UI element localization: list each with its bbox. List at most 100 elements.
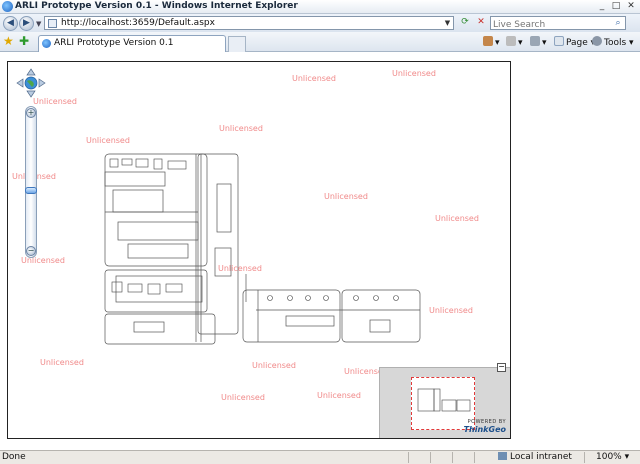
- page-icon: [48, 19, 57, 28]
- watermark-text: Unlicensed: [219, 124, 263, 133]
- zoom-slider-thumb[interactable]: [25, 187, 37, 194]
- ie-icon: [2, 1, 13, 12]
- pan-control[interactable]: [16, 68, 46, 98]
- building-outline: [104, 153, 208, 267]
- tools-menu[interactable]: Tools ▾: [592, 36, 634, 49]
- address-bar[interactable]: http://localhost:3659/Default.aspx ▼: [44, 16, 454, 30]
- equipment-block: [165, 283, 183, 293]
- zoom-slider[interactable]: + −: [25, 106, 37, 258]
- watermark-text: Unlicensed: [392, 69, 436, 78]
- watermark-text: Unlicensed: [252, 361, 296, 370]
- pan-down-icon[interactable]: [26, 90, 36, 98]
- status-separator: [408, 452, 409, 463]
- equipment-block: [285, 315, 335, 327]
- tools-menu-label: Tools: [604, 38, 627, 48]
- map-viewport[interactable]: Unlicensed Unlicensed Unlicensed Unlicen…: [7, 61, 511, 439]
- equipment-block: [305, 295, 311, 301]
- favorites-star-icon[interactable]: ★: [3, 35, 14, 47]
- address-dropdown-icon[interactable]: ▼: [443, 18, 452, 28]
- title-bar: ARLI Prototype Version 0.1 - Windows Int…: [0, 0, 640, 14]
- add-favorites-icon[interactable]: ✚: [19, 35, 29, 47]
- equipment-block: [267, 295, 273, 301]
- close-window-button[interactable]: ✕: [626, 1, 636, 12]
- tab-arli[interactable]: ARLI Prototype Version 0.1: [38, 35, 226, 52]
- back-button[interactable]: ◀: [3, 16, 18, 31]
- building-outline: [197, 153, 239, 335]
- building-outline: [456, 399, 471, 412]
- status-separator: [430, 452, 431, 463]
- home-button[interactable]: ▾: [483, 36, 500, 49]
- equipment-block: [373, 295, 379, 301]
- equipment-block: [112, 189, 164, 213]
- status-bar: Done Local intranet 100% ▾: [0, 450, 640, 464]
- building-outline: [104, 313, 216, 345]
- page-menu-icon: [554, 36, 564, 46]
- overview-map[interactable]: POWERED BY ThinkGeo: [379, 367, 510, 438]
- building-outline: [433, 388, 441, 412]
- thinkgeo-logo: ThinkGeo: [463, 425, 506, 434]
- watermark-text: Unlicensed: [435, 214, 479, 223]
- equipment-block: [111, 281, 123, 293]
- watermark-text: Unlicensed: [429, 306, 473, 315]
- page-menu[interactable]: Page ▾: [554, 36, 595, 49]
- equipment-block: [323, 295, 329, 301]
- address-toolbar: ◀ ▶ ▼ http://localhost:3659/Default.aspx…: [0, 14, 640, 32]
- maximize-button[interactable]: □: [611, 1, 621, 12]
- status-separator: [584, 452, 585, 463]
- watermark-text: Unlicensed: [221, 393, 265, 402]
- equipment-block: [393, 295, 399, 301]
- equipment-block: [353, 295, 359, 301]
- watermark-text: Unlicensed: [86, 136, 130, 145]
- zoom-in-button[interactable]: +: [26, 108, 36, 118]
- zoom-level[interactable]: 100% ▾: [596, 452, 629, 462]
- pan-up-icon[interactable]: [26, 68, 36, 76]
- equipment-block: [147, 283, 161, 295]
- search-input[interactable]: [491, 19, 609, 31]
- equipment-block: [287, 295, 293, 301]
- status-separator: [474, 452, 475, 463]
- page-content: Unlicensed Unlicensed Unlicensed Unlicen…: [0, 52, 640, 450]
- status-text: Done: [2, 452, 26, 462]
- watermark-text: Unlicensed: [317, 391, 361, 400]
- forward-button[interactable]: ▶: [19, 16, 34, 31]
- watermark-text: Unlicensed: [40, 358, 84, 367]
- equipment-block: [135, 158, 149, 168]
- watermark-text: Unlicensed: [218, 264, 262, 273]
- new-tab-button[interactable]: [228, 36, 246, 52]
- overview-toggle-button[interactable]: −: [497, 363, 506, 372]
- building-outline: [441, 399, 457, 412]
- zoom-out-button[interactable]: −: [26, 246, 36, 256]
- intranet-icon: [498, 452, 507, 460]
- print-button[interactable]: ▾: [530, 36, 547, 49]
- window-title: ARLI Prototype Version 0.1 - Windows Int…: [15, 1, 298, 11]
- printer-icon: [530, 36, 540, 46]
- equipment-block: [167, 160, 187, 170]
- status-separator: [452, 452, 453, 463]
- equipment-block: [153, 158, 163, 170]
- tab-bar: ★ ✚ ARLI Prototype Version 0.1 ▾ ▾ ▾ Pag…: [0, 32, 640, 52]
- watermark-text: Unlicensed: [292, 74, 336, 83]
- equipment-block: [115, 275, 203, 303]
- equipment-block: [109, 158, 119, 168]
- equipment-block: [104, 171, 166, 187]
- url-text[interactable]: http://localhost:3659/Default.aspx: [61, 18, 215, 28]
- building-outline: [417, 388, 435, 412]
- search-icon[interactable]: ⌕: [612, 17, 624, 29]
- powered-by-badge: POWERED BY ThinkGeo: [464, 419, 506, 434]
- history-dropdown-icon[interactable]: ▼: [36, 20, 41, 28]
- security-zone[interactable]: Local intranet: [498, 452, 572, 462]
- zoom-level-value: 100%: [596, 452, 622, 462]
- search-box[interactable]: ⌕: [490, 16, 626, 31]
- minimize-button[interactable]: _: [597, 1, 607, 12]
- equipment-block: [127, 243, 189, 259]
- equipment-block: [127, 283, 143, 293]
- feeds-button[interactable]: ▾: [506, 36, 523, 49]
- equipment-block: [117, 221, 199, 241]
- equipment-block: [216, 183, 232, 233]
- refresh-icon[interactable]: ⟳: [458, 16, 472, 30]
- stop-icon[interactable]: ✕: [474, 16, 488, 30]
- pan-left-icon[interactable]: [16, 78, 24, 88]
- pan-right-icon[interactable]: [38, 78, 46, 88]
- watermark-text: Unlicensed: [324, 192, 368, 201]
- watermark-text: Unlicensed: [33, 97, 77, 106]
